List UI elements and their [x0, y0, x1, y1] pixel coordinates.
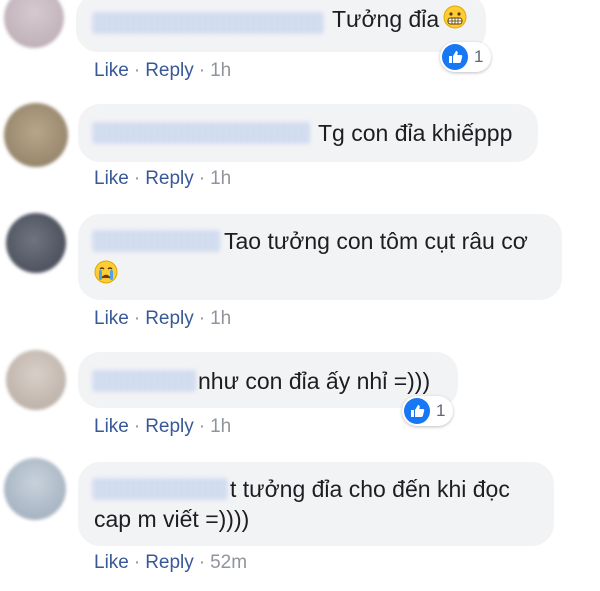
like-link[interactable]: Like	[94, 308, 129, 329]
comment-text-line: Tưởng đỉa	[332, 6, 440, 32]
comment-text-line: t tưởng đỉa cho đến khi đọc	[230, 476, 510, 502]
timestamp[interactable]: 52m	[210, 552, 247, 573]
separator: ·	[198, 60, 206, 81]
comment-bubble: Tg con đỉa khiếppp	[78, 104, 538, 162]
separator: ·	[198, 168, 206, 189]
comment-actions: Like · Reply · 52m	[94, 552, 247, 574]
comment-actions: Like · Reply · 1h	[94, 416, 231, 438]
reply-link[interactable]: Reply	[145, 60, 194, 81]
comment-text-line: như con đỉa ấy nhỉ =)))	[198, 368, 431, 394]
commenter-name-blurred[interactable]	[92, 478, 228, 500]
avatar[interactable]	[4, 103, 68, 167]
comment-bubble: Tưởng đỉa	[76, 0, 486, 52]
avatar[interactable]	[4, 0, 64, 48]
separator: ·	[198, 416, 206, 437]
comment-text: Tưởng đỉa	[332, 5, 467, 36]
comment-text: Tao tưởng con tôm cụt râu cơ	[224, 227, 528, 256]
comment-actions: Like · Reply · 1h	[94, 308, 231, 330]
reply-link[interactable]: Reply	[145, 416, 194, 437]
timestamp[interactable]: 1h	[210, 60, 231, 81]
commenter-name-blurred[interactable]	[92, 122, 310, 144]
separator: ·	[133, 308, 141, 329]
separator: ·	[198, 308, 206, 329]
timestamp[interactable]: 1h	[210, 416, 231, 437]
separator: ·	[133, 416, 141, 437]
avatar[interactable]	[6, 213, 66, 273]
avatar[interactable]	[6, 350, 66, 410]
separator: ·	[198, 552, 206, 573]
separator: ·	[133, 168, 141, 189]
commenter-name-blurred[interactable]	[92, 370, 196, 392]
timestamp[interactable]: 1h	[210, 308, 231, 329]
separator: ·	[133, 552, 141, 573]
reply-link[interactable]: Reply	[145, 168, 194, 189]
comment-bubble: như con đỉa ấy nhỉ =)))	[78, 352, 458, 408]
crying-face-icon	[94, 260, 118, 289]
thumbs-up-icon	[404, 398, 430, 424]
like-link[interactable]: Like	[94, 60, 129, 81]
comment-text: như con đỉa ấy nhỉ =)))	[198, 367, 430, 396]
reaction-badge[interactable]: 1	[402, 396, 454, 426]
reply-link[interactable]: Reply	[145, 308, 194, 329]
like-link[interactable]: Like	[94, 168, 129, 189]
like-link[interactable]: Like	[94, 552, 129, 573]
timestamp[interactable]: 1h	[210, 168, 231, 189]
comment-text: Tg con đỉa khiếppp	[318, 119, 512, 148]
separator: ·	[133, 60, 141, 81]
comment-text: cap m viết =))))	[94, 505, 249, 534]
comment-text-line: Tao tưởng con tôm cụt râu cơ	[224, 228, 528, 254]
commenter-name-blurred[interactable]	[92, 12, 324, 34]
comment-bubble: t tưởng đỉa cho đến khi đọc cap m viết =…	[78, 462, 554, 546]
grimacing-face-icon	[443, 5, 467, 36]
avatar[interactable]	[4, 458, 66, 520]
commenter-name-blurred[interactable]	[92, 230, 220, 252]
like-link[interactable]: Like	[94, 416, 129, 437]
reaction-count: 1	[436, 401, 446, 420]
reply-link[interactable]: Reply	[145, 552, 194, 573]
thumbs-up-icon	[442, 44, 468, 70]
comment-actions: Like · Reply · 1h	[94, 60, 231, 82]
comment-actions: Like · Reply · 1h	[94, 168, 231, 190]
reaction-count: 1	[474, 47, 484, 66]
comment-text-line: cap m viết =))))	[94, 506, 250, 532]
comment-text: t tưởng đỉa cho đến khi đọc	[230, 475, 510, 504]
reaction-badge[interactable]: 1	[440, 42, 492, 72]
comment-bubble: Tao tưởng con tôm cụt râu cơ	[78, 214, 562, 300]
comment-text-line: Tg con đỉa khiếppp	[318, 120, 513, 146]
